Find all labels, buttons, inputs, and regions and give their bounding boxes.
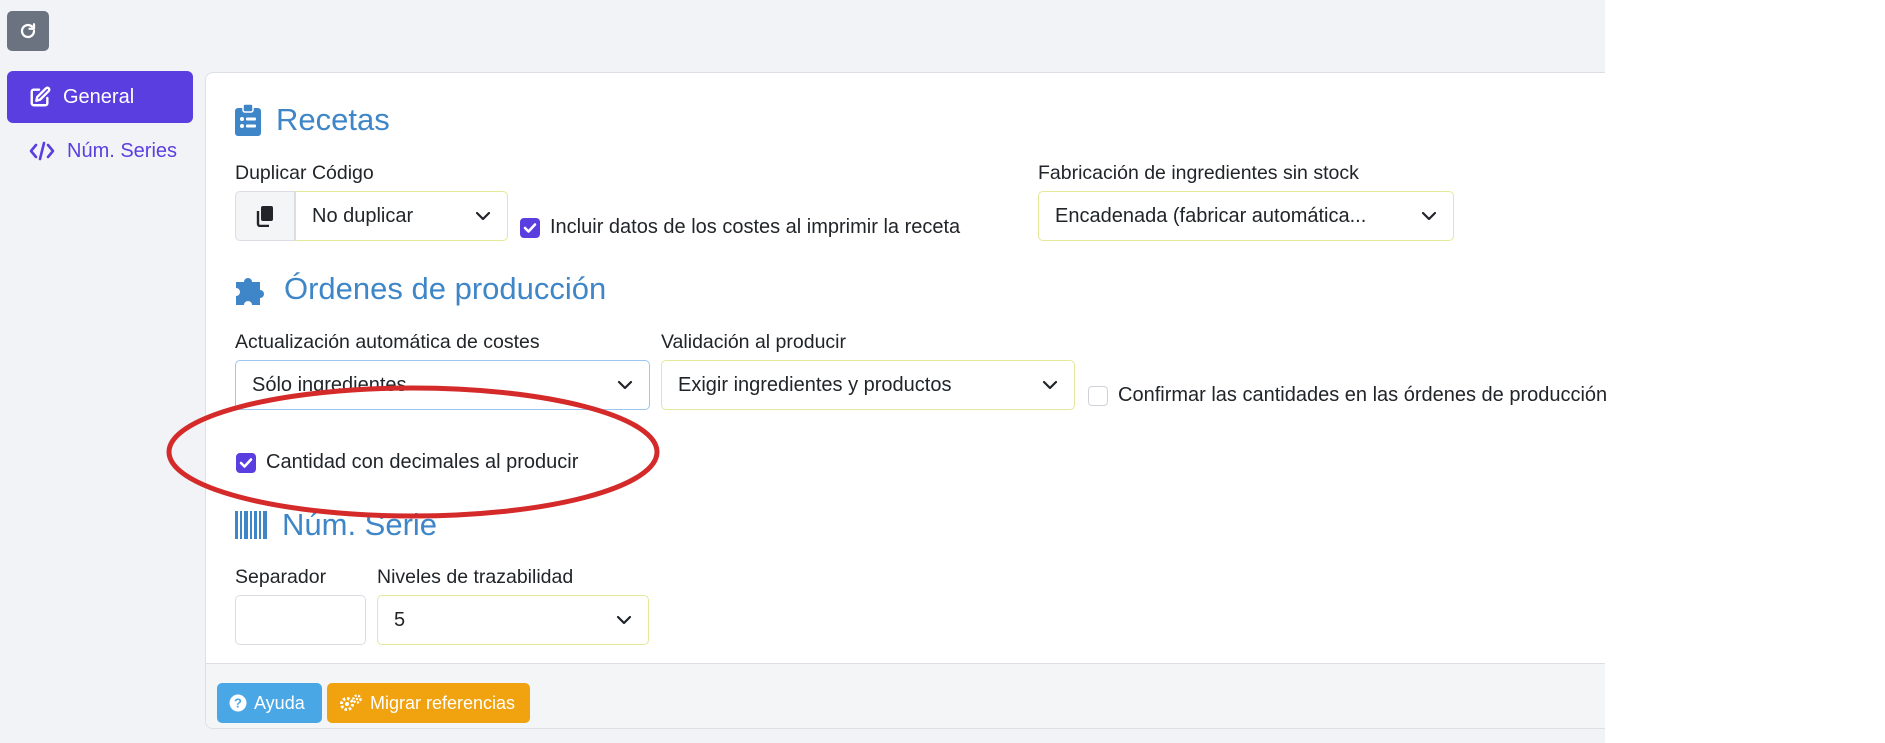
chevron-down-icon — [475, 211, 491, 221]
actualizacion-costes-label: Actualización automática de costes — [235, 331, 540, 353]
chevron-down-icon — [616, 615, 632, 625]
fabricacion-select[interactable]: Encadenada (fabricar automática... — [1038, 191, 1454, 241]
help-button[interactable]: ? Ayuda — [217, 683, 322, 723]
sidebar-item-label: Núm. Series — [67, 139, 178, 162]
check-icon — [523, 222, 537, 233]
chevron-down-icon — [617, 380, 633, 390]
refresh-icon — [20, 23, 36, 39]
checkbox-box[interactable] — [520, 217, 540, 238]
duplicar-codigo-label: Duplicar Código — [235, 162, 374, 184]
check-icon — [239, 457, 253, 468]
svg-text:?: ? — [234, 696, 242, 711]
code-icon — [29, 141, 55, 161]
section-title-text: Recetas — [276, 102, 390, 137]
decimales-checkbox[interactable]: Cantidad con decimales al producir — [236, 451, 578, 474]
fabricacion-label: Fabricación de ingredientes sin stock — [1038, 162, 1359, 184]
select-value: Sólo ingredientes — [252, 373, 407, 396]
barcode-icon — [235, 511, 267, 539]
copy-icon — [256, 206, 273, 227]
validacion-label: Validación al producir — [661, 331, 846, 353]
section-title-num-serie: Núm. Serie — [234, 507, 437, 543]
sidebar-item-general[interactable]: General — [7, 71, 193, 123]
select-value: Encadenada (fabricar automática... — [1055, 204, 1367, 227]
help-button-label: Ayuda — [254, 692, 305, 713]
edit-icon — [30, 86, 51, 107]
select-value: No duplicar — [312, 204, 414, 227]
validacion-select[interactable]: Exigir ingredientes y productos — [661, 360, 1075, 410]
copy-addon[interactable] — [235, 191, 295, 241]
migrate-button-label: Migrar referencias — [370, 692, 516, 713]
select-value: Exigir ingredientes y productos — [678, 373, 952, 396]
puzzle-icon — [236, 278, 264, 305]
duplicar-codigo-select[interactable]: No duplicar — [295, 191, 508, 241]
incluir-costes-checkbox[interactable]: Incluir datos de los costes al imprimir … — [520, 216, 960, 239]
actualizacion-costes-select[interactable]: Sólo ingredientes — [235, 360, 650, 410]
checkbox-box[interactable] — [236, 452, 256, 473]
select-value: 5 — [394, 608, 406, 631]
confirmar-cantidades-checkbox[interactable]: Confirmar las cantidades en las órdenes … — [1088, 384, 1607, 407]
section-title-text: Órdenes de producción — [284, 271, 607, 306]
chevron-down-icon — [1042, 380, 1058, 390]
niveles-trazabilidad-label: Niveles de trazabilidad — [377, 566, 574, 588]
chevron-down-icon — [1421, 211, 1437, 221]
section-title-recetas: Recetas — [234, 102, 390, 138]
separador-label: Separador — [235, 566, 327, 588]
checkbox-label: Cantidad con decimales al producir — [266, 451, 579, 473]
cogs-icon — [340, 694, 362, 711]
clipboard-list-icon — [235, 103, 261, 136]
checkbox-box[interactable] — [1088, 385, 1108, 406]
sidebar-item-num-series[interactable]: Núm. Series — [7, 126, 193, 176]
refresh-button[interactable] — [7, 11, 49, 51]
migrar-referencias-button[interactable]: Migrar referencias — [327, 683, 530, 723]
niveles-trazabilidad-select[interactable]: 5 — [377, 595, 649, 645]
separador-input[interactable] — [235, 595, 366, 645]
checkbox-label: Incluir datos de los costes al imprimir … — [550, 216, 961, 238]
sidebar-item-label: General — [63, 85, 135, 108]
section-title-ordenes: Órdenes de producción — [234, 271, 606, 307]
checkbox-label: Confirmar las cantidades en las órdenes … — [1118, 384, 1608, 406]
section-title-text: Núm. Serie — [282, 507, 438, 542]
question-circle-icon: ? — [229, 694, 247, 712]
